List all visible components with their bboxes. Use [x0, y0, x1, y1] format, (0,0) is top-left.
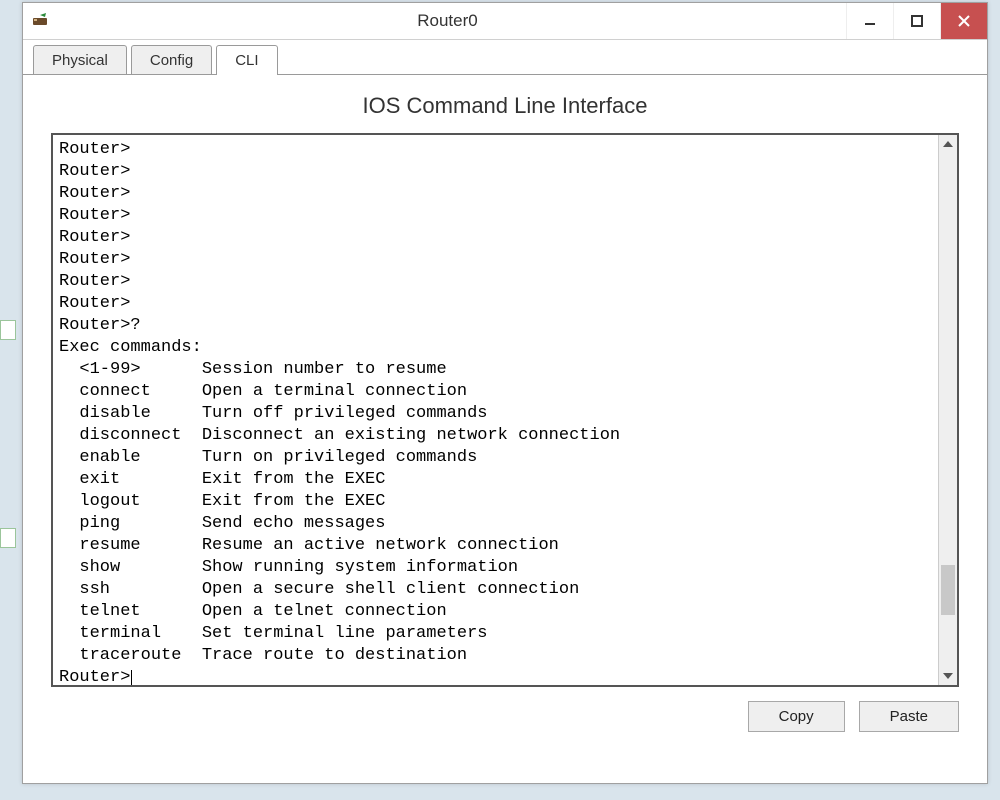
terminal-container: Router> Router> Router> Router> Router> …: [51, 133, 959, 687]
titlebar[interactable]: Router0: [23, 3, 987, 40]
window-title: Router0: [49, 11, 846, 31]
maximize-button[interactable]: [893, 3, 940, 39]
close-button[interactable]: [940, 3, 987, 39]
panel-title: IOS Command Line Interface: [51, 93, 959, 119]
scroll-up-icon[interactable]: [939, 135, 957, 153]
terminal-scrollbar[interactable]: [938, 135, 957, 685]
router-window: Router0 Physical Config CLI IOS Command …: [22, 2, 988, 784]
scroll-thumb[interactable]: [941, 565, 955, 615]
app-icon: [31, 12, 49, 30]
minimize-button[interactable]: [846, 3, 893, 39]
background-decor: [0, 528, 16, 548]
terminal-output[interactable]: Router> Router> Router> Router> Router> …: [53, 135, 938, 685]
scroll-down-icon[interactable]: [939, 667, 957, 685]
background-decor: [0, 320, 16, 340]
cli-panel: IOS Command Line Interface Router> Route…: [23, 75, 987, 748]
button-row: Copy Paste: [51, 701, 959, 732]
tab-config[interactable]: Config: [131, 45, 212, 74]
tab-row: Physical Config CLI: [23, 40, 987, 75]
window-buttons: [846, 3, 987, 39]
paste-button[interactable]: Paste: [859, 701, 959, 732]
tab-cli[interactable]: CLI: [216, 45, 277, 75]
tab-physical[interactable]: Physical: [33, 45, 127, 74]
copy-button[interactable]: Copy: [748, 701, 845, 732]
